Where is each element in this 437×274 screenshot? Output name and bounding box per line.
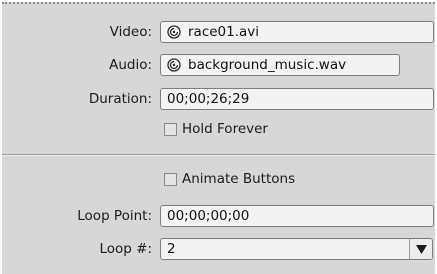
duration-value: 00;00;26;29: [167, 91, 250, 107]
audio-label: Audio:: [109, 57, 152, 73]
dropdown-arrow-button[interactable]: [409, 239, 432, 259]
animate-buttons-checkbox[interactable]: [164, 172, 177, 186]
video-label: Video:: [109, 24, 152, 40]
media-link-icon[interactable]: [167, 25, 181, 39]
audio-value: background_music.wav: [188, 57, 347, 73]
properties-panel: Video: race01.avi Audio: background_musi…: [2, 2, 435, 274]
audio-field[interactable]: background_music.wav: [160, 54, 400, 76]
video-field[interactable]: race01.avi: [160, 21, 434, 43]
media-link-icon[interactable]: [167, 58, 181, 72]
section-divider: [2, 154, 435, 156]
loop-count-label: Loop #:: [99, 241, 152, 257]
animate-buttons-row[interactable]: Animate Buttons: [164, 171, 295, 187]
duration-label: Duration:: [88, 91, 152, 107]
dropdown-arrow-icon: [415, 244, 427, 254]
loop-point-field[interactable]: 00;00;00;00: [160, 205, 434, 227]
loop-count-select[interactable]: 2: [160, 238, 433, 260]
hold-forever-label: Hold Forever: [182, 121, 268, 137]
loop-count-value: 2: [167, 241, 176, 257]
duration-field[interactable]: 00;00;26;29: [160, 88, 434, 110]
loop-point-value: 00;00;00;00: [167, 208, 250, 224]
animate-buttons-label: Animate Buttons: [182, 171, 296, 187]
hold-forever-row[interactable]: Hold Forever: [164, 121, 268, 137]
video-value: race01.avi: [188, 24, 260, 40]
hold-forever-checkbox[interactable]: [164, 122, 177, 136]
loop-point-label: Loop Point:: [77, 208, 152, 224]
